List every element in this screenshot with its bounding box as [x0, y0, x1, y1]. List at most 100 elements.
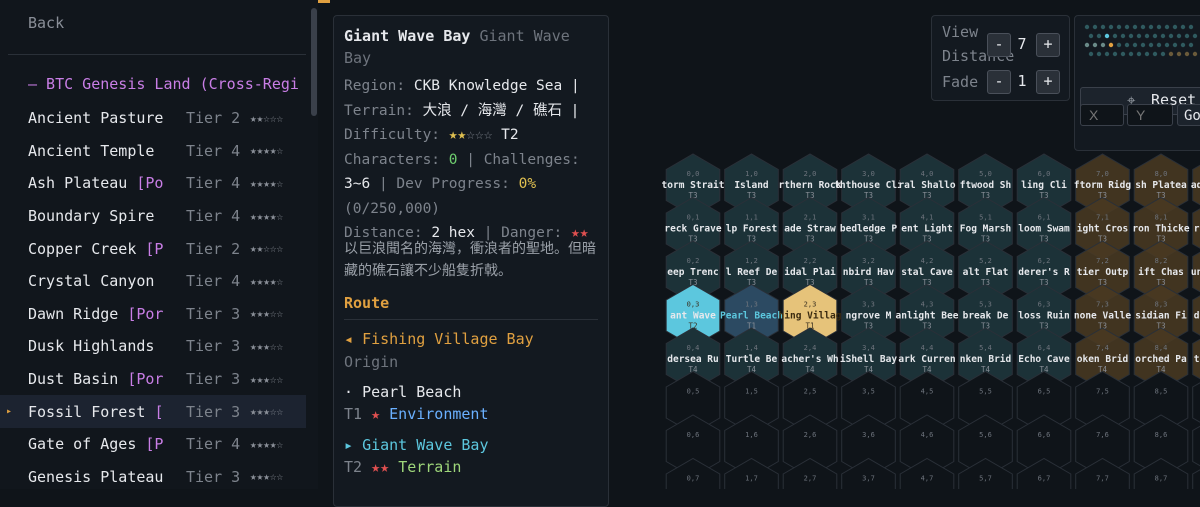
hex-name-label: alt Flat	[963, 267, 1009, 278]
minimap-dot	[1092, 24, 1098, 30]
hex-coord-label: 2,4	[804, 344, 817, 352]
hex-name-label: acher's Wh	[781, 354, 838, 365]
sidebar-location-item[interactable]: Genesis Plateau Tier 3 ★★★☆☆	[0, 461, 306, 489]
hex-name-label: Island	[734, 180, 769, 191]
sidebar-location-item[interactable]: Dusk Highlands Tier 3 ★★★☆☆	[0, 330, 306, 363]
route-step-dot-icon: ·	[344, 383, 354, 401]
challenges-value: 3~6	[344, 176, 371, 192]
hex-name-label: Turtle Be	[726, 354, 778, 365]
hex-coord-label: 7,7	[1096, 475, 1109, 483]
location-stars: ★★★☆☆	[250, 405, 284, 419]
view-distance-panel: View Distance - 7 + Fade - 1 +	[931, 15, 1070, 101]
route-step-meta: T1 ★ Environment	[344, 405, 489, 423]
route-step-pearl-beach[interactable]: · Pearl Beach	[344, 383, 461, 401]
hex-coord-label: 3,5	[862, 388, 875, 396]
location-name: Ancient Temple	[28, 142, 178, 160]
fade-decrease-button[interactable]: -	[987, 70, 1011, 94]
minimap-dot	[1188, 24, 1194, 30]
distance-increase-button[interactable]: +	[1036, 33, 1060, 57]
minimap-dot	[1188, 42, 1194, 48]
region-section-title[interactable]: — BTC Genesis Land (Cross-Region)	[28, 75, 298, 93]
minimap-dot	[1120, 51, 1126, 57]
minimap-dot	[1088, 51, 1094, 57]
sidebar-location-item[interactable]: Gate of Ages [P Tier 4 ★★★★☆	[0, 428, 306, 461]
characters-value: 0	[448, 151, 458, 168]
sidebar-location-item[interactable]: Ancient Temple Tier 4 ★★★★☆	[0, 135, 306, 168]
y-coordinate-input[interactable]	[1127, 104, 1173, 126]
detail-title-main: Giant Wave Bay	[344, 27, 471, 45]
hex-coord-label: 0,7	[687, 475, 700, 483]
hex-cell[interactable]: 9,2undary SpiT3	[1191, 241, 1200, 303]
sidebar-location-item[interactable]: Boundary Spire Tier 4 ★★★★☆	[0, 200, 306, 233]
location-tier: Tier 3	[186, 467, 241, 486]
terrain-label: Terrain:	[344, 102, 414, 119]
sidebar-location-item[interactable]: Ancient Pasture Tier 2 ★★☆☆☆	[0, 102, 306, 135]
hex-cell[interactable]: 9,0adbreak PaT3	[1191, 154, 1200, 216]
route-current-stars: ★★	[371, 458, 390, 476]
route-origin-kind: Origin	[344, 353, 399, 371]
location-tier: Tier 3	[186, 304, 241, 323]
hex-coord-label: 3,7	[862, 475, 875, 483]
hex-name-label: break De	[963, 311, 1009, 322]
sidebar-location-item[interactable]: Copper Creek [P Tier 2 ★★☆☆☆	[0, 232, 306, 265]
location-name-text: Dawn Ridge	[28, 304, 128, 323]
hex-name-label: lp Forest	[726, 224, 777, 235]
sidebar-scrollbar[interactable]	[311, 8, 317, 116]
minimap-dot	[1176, 51, 1182, 57]
sidebar-location-item[interactable]: Crystal Canyon Tier 4 ★★★★☆	[0, 265, 306, 298]
back-button[interactable]: Back	[28, 14, 64, 32]
hex-coord-label: 7,6	[1096, 431, 1109, 439]
sidebar-location-item[interactable]: Dawn Ridge [Por Tier 3 ★★★☆☆	[0, 298, 306, 331]
active-arrow-icon: ▸	[6, 406, 13, 418]
fade-increase-button[interactable]: +	[1036, 70, 1060, 94]
hex-name-label: orched Pa	[1135, 354, 1187, 365]
region-label: Region:	[344, 78, 406, 94]
minimap-dot	[1112, 33, 1118, 39]
hex-coord-label: 2,2	[804, 257, 817, 265]
dev-progress-label: | Dev Progress:	[378, 176, 510, 192]
hex-name-label: undary Spi	[1191, 267, 1200, 278]
location-name-text: Dust Basin	[28, 370, 128, 389]
hex-coord-label: 4,2	[921, 257, 934, 265]
hex-name-label: ftorm Ridg	[1074, 180, 1131, 191]
route-step-origin[interactable]: ◂ Fishing Village Bay	[344, 330, 534, 348]
minimap-dot	[1148, 42, 1154, 48]
hex-name-label: eep Trenc	[667, 267, 718, 278]
location-name-text: Crystal Canyon	[28, 272, 155, 291]
minimap-dot	[1116, 42, 1122, 48]
distance-decrease-button[interactable]: -	[987, 33, 1011, 57]
minimap-dot	[1116, 24, 1122, 30]
hex-cell[interactable]: 9,3dust BasiT3	[1192, 285, 1200, 347]
sidebar-location-item[interactable]: Dust Basin [Por Tier 3 ★★★☆☆	[0, 363, 306, 396]
detail-info: Region: CKB Knowledge Sea | Terrain: 大浪 …	[344, 74, 606, 246]
minimap-dot	[1124, 24, 1130, 30]
hex-coord-label: 7,3	[1096, 301, 1109, 309]
x-coordinate-input[interactable]	[1080, 104, 1124, 126]
minimap-dot	[1084, 24, 1090, 30]
dev-progress-detail: (0/250,000)	[344, 200, 441, 217]
location-stars: ★★★★☆	[250, 274, 284, 288]
minimap-canvas[interactable]	[1075, 16, 1200, 76]
hex-cell[interactable]: 9,4te of AgeT4	[1192, 328, 1200, 390]
minimap-dot	[1160, 33, 1166, 39]
sidebar-location-item[interactable]: Ash Plateau [Po Tier 4 ★★★★☆	[0, 167, 306, 200]
location-detail-panel: Giant Wave Bay Giant Wave Bay Region: CK…	[333, 15, 609, 507]
hex-cell[interactable]: 9,5	[1192, 372, 1200, 434]
minimap-dot	[1132, 42, 1138, 48]
location-name: Dusk Highlands	[28, 337, 178, 355]
minimap-dot	[1120, 33, 1126, 39]
sidebar-location-item[interactable]: ▸ Fossil Forest [Tier 3 ★★★☆☆	[0, 395, 306, 428]
difficulty-tier: T2	[501, 127, 519, 143]
hex-cell[interactable]: 9,1rified GrT3	[1192, 198, 1200, 260]
hex-coord-label: 0,0	[687, 170, 700, 178]
difficulty-label: Difficulty:	[344, 127, 441, 143]
view-label: View	[942, 23, 979, 41]
location-tier: Tier 4	[186, 174, 241, 193]
terrain-value: 大浪 / 海灣 / 礁石 |	[422, 102, 580, 119]
minimap-dot	[1184, 51, 1190, 57]
hex-cell[interactable]: 9,6	[1192, 415, 1200, 477]
route-step-current[interactable]: ▸ Giant Wave Bay	[344, 436, 489, 454]
hex-name-label: none Valle	[1074, 311, 1131, 322]
go-button[interactable]: Go	[1177, 104, 1200, 126]
hex-name-label: rthern Rock	[779, 180, 842, 191]
